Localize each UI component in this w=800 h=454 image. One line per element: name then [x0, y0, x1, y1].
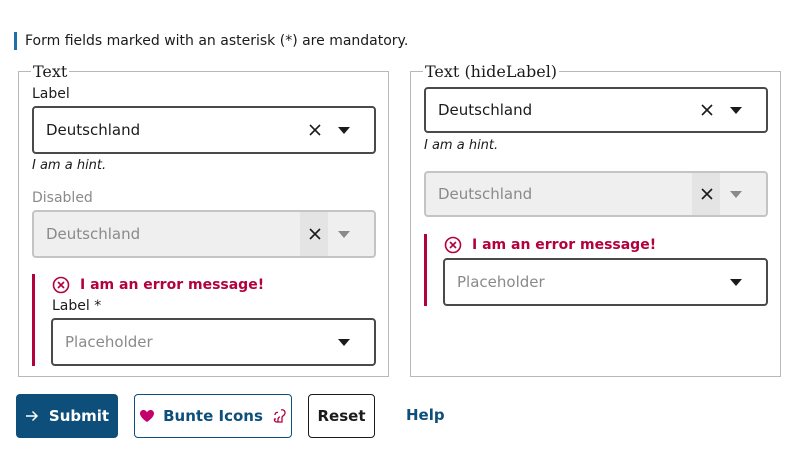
- reset-button[interactable]: Reset: [308, 394, 375, 438]
- error-block: [424, 234, 427, 306]
- select-placeholder: Placeholder: [457, 273, 545, 291]
- error-circle-icon: [52, 276, 70, 294]
- clear-icon: [701, 188, 713, 200]
- chevron-down-icon[interactable]: [338, 339, 350, 346]
- select-placeholder: Placeholder: [65, 333, 153, 351]
- chevron-down-icon: [338, 231, 350, 238]
- field-label: Label: [32, 86, 70, 102]
- reset-label: Reset: [317, 407, 366, 425]
- arrow-right-icon: [25, 410, 38, 422]
- country-select-disabled: Deutschland: [32, 210, 376, 258]
- country-select[interactable]: Deutschland: [32, 106, 376, 154]
- error-message: I am an error message!: [444, 236, 656, 254]
- fieldset-legend: Text: [33, 62, 68, 81]
- squirrel-icon: [273, 409, 286, 423]
- clear-icon[interactable]: [699, 102, 715, 118]
- error-text: I am an error message!: [472, 237, 657, 253]
- chevron-down-icon[interactable]: [730, 107, 742, 114]
- placeholder-select[interactable]: Placeholder: [51, 318, 376, 366]
- submit-button[interactable]: Submit: [16, 394, 118, 438]
- error-block: [32, 274, 35, 366]
- placeholder-select[interactable]: Placeholder: [443, 258, 768, 306]
- chevron-down-icon[interactable]: [730, 279, 742, 286]
- field-hint: I am a hint.: [32, 158, 107, 173]
- country-select-disabled: Deutschland: [424, 171, 768, 217]
- error-text: I am an error message!: [80, 277, 265, 293]
- chevron-down-icon: [730, 191, 742, 198]
- field-hint: I am a hint.: [424, 138, 499, 153]
- country-select[interactable]: Deutschland: [424, 87, 768, 133]
- clear-icon: [309, 228, 321, 240]
- field-label-disabled: Disabled: [32, 190, 93, 206]
- bunte-icons-button[interactable]: Bunte Icons: [134, 394, 292, 438]
- heart-icon: [140, 410, 155, 422]
- select-value: Deutschland: [438, 101, 533, 119]
- fieldset-legend: Text (hideLabel): [425, 62, 558, 81]
- clear-icon[interactable]: [307, 122, 323, 138]
- help-link[interactable]: Help: [406, 406, 445, 424]
- bunte-icons-label: Bunte Icons: [163, 407, 263, 425]
- field-label-required: Label *: [52, 298, 102, 314]
- chevron-down-icon[interactable]: [338, 127, 350, 134]
- select-value: Deutschland: [46, 121, 141, 139]
- submit-label: Submit: [48, 407, 110, 425]
- error-message: I am an error message!: [52, 276, 264, 294]
- mandatory-notice: Form fields marked with an asterisk (*) …: [14, 32, 408, 50]
- error-circle-icon: [444, 236, 462, 254]
